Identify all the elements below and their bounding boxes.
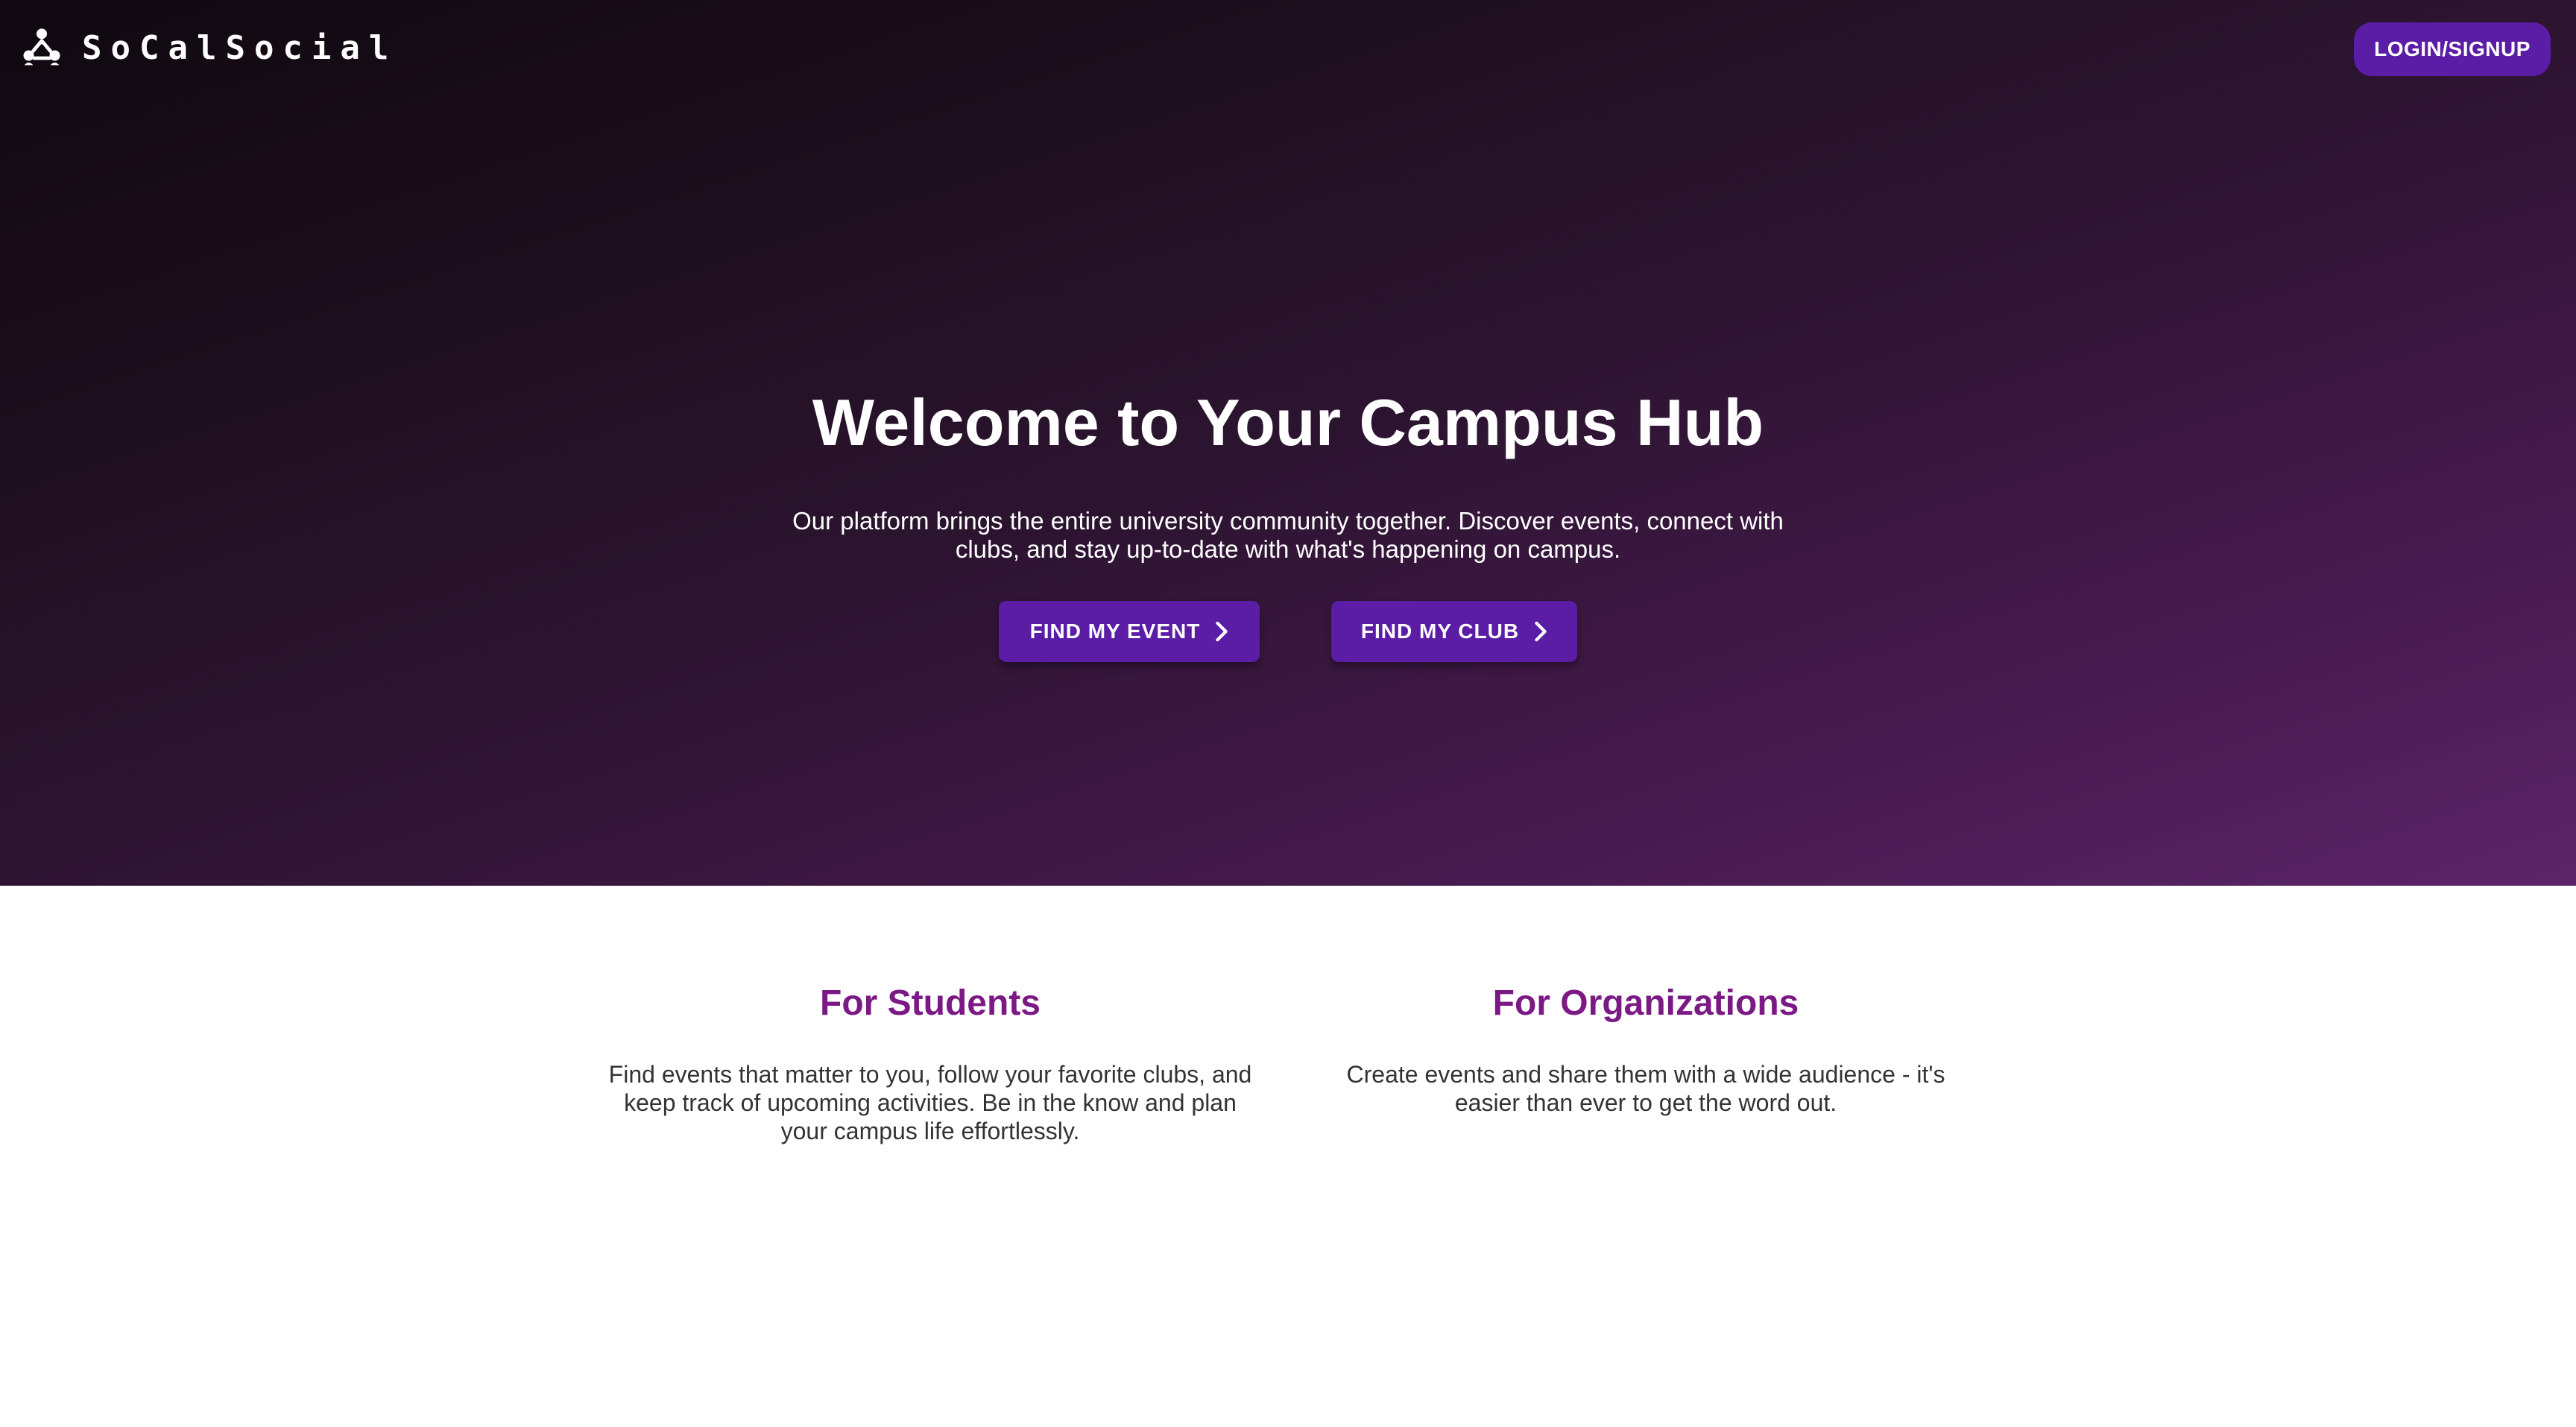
brand-logo[interactable]: SoCalSocial xyxy=(21,27,397,69)
brand-name: SoCalSocial xyxy=(82,28,398,67)
hero-title: Welcome to Your Campus Hub xyxy=(812,385,1764,459)
cta-button-row: FIND MY EVENT FIND MY CLUB xyxy=(0,601,2576,662)
feature-organizations-text: Create events and share them with a wide… xyxy=(1346,1061,1945,1116)
feature-students: For Students Find events that matter to … xyxy=(602,975,1258,1145)
login-signup-button[interactable]: LOGIN/SIGNUP xyxy=(2354,22,2551,76)
chevron-right-icon xyxy=(1216,621,1228,642)
chevron-right-icon xyxy=(1535,621,1547,642)
hero-section: SoCalSocial LOGIN/SIGNUP Welcome to Your… xyxy=(0,0,2576,886)
find-my-club-label: FIND MY CLUB xyxy=(1360,620,1520,643)
find-my-event-label: FIND MY EVENT xyxy=(1029,620,1201,643)
feature-organizations: For Organizations Create events and shar… xyxy=(1325,975,1966,1117)
hero-description: Our platform brings the entire universit… xyxy=(792,507,1784,563)
feature-organizations-title: For Organizations xyxy=(1492,983,1799,1023)
feature-students-title: For Students xyxy=(820,983,1041,1023)
find-my-club-button[interactable]: FIND MY CLUB xyxy=(1331,601,1577,662)
feature-students-text: Find events that matter to you, follow y… xyxy=(608,1061,1252,1144)
triple-person-logo-icon xyxy=(23,28,60,66)
find-my-event-button[interactable]: FIND MY EVENT xyxy=(999,601,1260,662)
